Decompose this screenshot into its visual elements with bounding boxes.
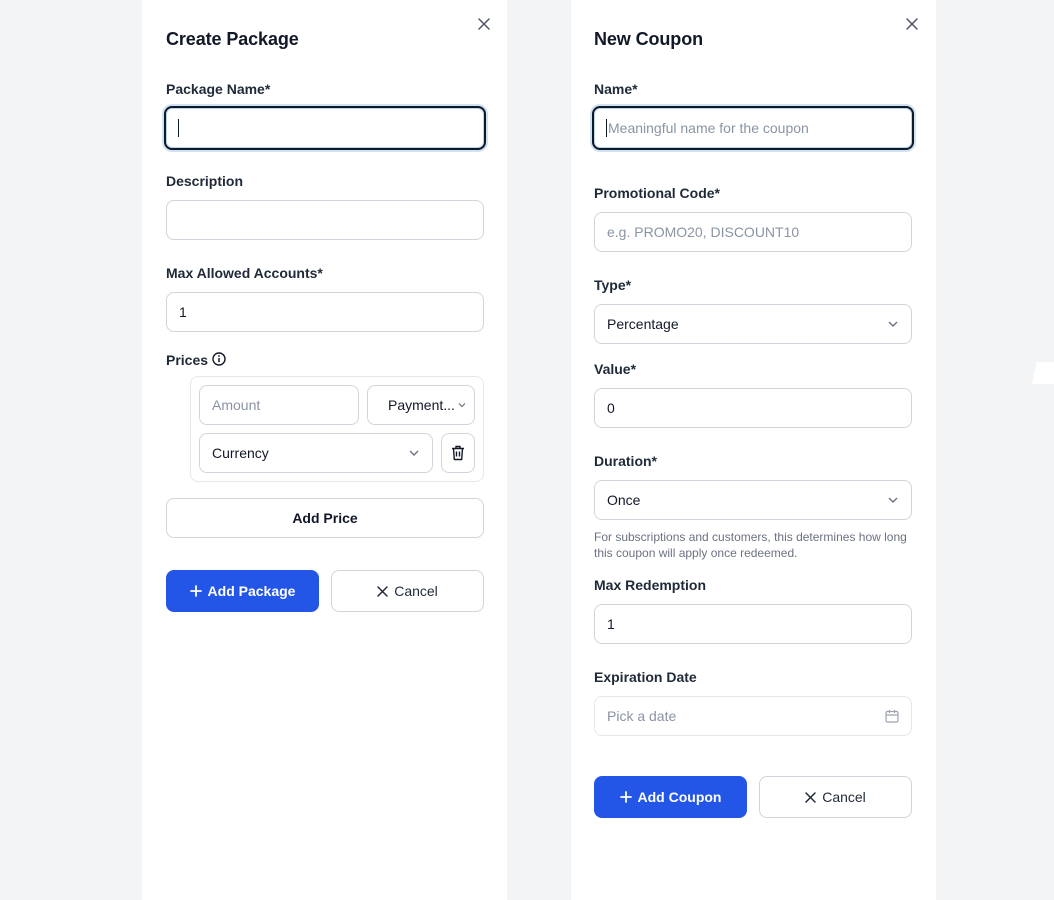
add-coupon-button[interactable]: Add Coupon: [594, 776, 747, 818]
price-row-group: Amount Payment... Currency: [190, 376, 484, 482]
description-input[interactable]: [166, 200, 484, 240]
prices-label: Prices: [166, 352, 209, 368]
value-label: Value*: [594, 361, 637, 377]
package-name-label: Package Name*: [166, 81, 271, 97]
cancel-button[interactable]: Cancel: [759, 776, 912, 818]
plus-icon: [619, 791, 632, 803]
payment-select-value: Payment...: [388, 397, 455, 413]
promo-code-input[interactable]: e.g. PROMO20, DISCOUNT10: [594, 212, 912, 252]
x-icon: [377, 585, 388, 597]
amount-input[interactable]: Amount: [199, 385, 359, 425]
info-icon[interactable]: [212, 352, 226, 366]
type-select-value: Percentage: [607, 316, 679, 332]
type-select[interactable]: Percentage: [594, 304, 912, 344]
add-price-button[interactable]: Add Price: [166, 498, 484, 538]
trash-icon: [451, 445, 465, 461]
close-icon[interactable]: [903, 15, 921, 33]
edge-artifact: [1032, 362, 1054, 384]
duration-select[interactable]: Once: [594, 480, 912, 520]
duration-helper-text: For subscriptions and customers, this de…: [594, 530, 907, 560]
close-icon[interactable]: [475, 15, 493, 33]
max-accounts-input[interactable]: 1: [166, 292, 484, 332]
expiration-date-picker[interactable]: Pick a date: [594, 696, 912, 736]
promo-code-placeholder: e.g. PROMO20, DISCOUNT10: [607, 224, 800, 240]
payment-select[interactable]: Payment...: [367, 385, 475, 425]
expiration-date-label: Expiration Date: [594, 669, 697, 685]
amount-placeholder: Amount: [212, 397, 261, 413]
chevron-down-icon: [458, 401, 466, 409]
new-coupon-panel: New Coupon Name* Meaningful name for the…: [571, 0, 936, 900]
panel-title: New Coupon: [594, 29, 703, 49]
max-redemption-value: 1: [607, 616, 615, 632]
cancel-label: Cancel: [822, 789, 866, 805]
max-accounts-value: 1: [179, 304, 187, 320]
cancel-label: Cancel: [394, 583, 438, 599]
add-package-button[interactable]: Add Package: [166, 570, 319, 612]
type-label: Type*: [594, 277, 632, 293]
panel-title: Create Package: [166, 29, 299, 49]
chevron-down-icon: [887, 494, 899, 506]
expiration-date-placeholder: Pick a date: [607, 708, 677, 724]
max-accounts-label: Max Allowed Accounts*: [166, 265, 323, 281]
create-package-panel: Create Package Package Name* Description…: [142, 0, 507, 900]
max-redemption-input[interactable]: 1: [594, 604, 912, 644]
calendar-icon: [885, 709, 899, 723]
chevron-down-icon: [408, 447, 420, 459]
plus-icon: [189, 585, 202, 597]
add-package-label: Add Package: [207, 583, 296, 599]
add-price-label: Add Price: [292, 510, 358, 526]
description-label: Description: [166, 173, 244, 189]
add-coupon-label: Add Coupon: [637, 789, 722, 805]
name-label: Name*: [594, 81, 638, 97]
max-redemption-label: Max Redemption: [594, 577, 707, 593]
coupon-name-input[interactable]: Meaningful name for the coupon: [592, 106, 914, 150]
value-input[interactable]: 0: [594, 388, 912, 428]
duration-label: Duration*: [594, 453, 657, 469]
currency-select[interactable]: Currency: [199, 433, 433, 473]
text-caret: [606, 119, 607, 137]
duration-select-value: Once: [607, 492, 641, 508]
coupon-name-placeholder: Meaningful name for the coupon: [608, 120, 809, 136]
value-input-value: 0: [607, 400, 615, 416]
x-icon: [805, 791, 816, 803]
text-caret: [178, 119, 179, 137]
package-name-input[interactable]: [164, 106, 486, 150]
currency-select-value: Currency: [212, 445, 269, 461]
promo-code-label: Promotional Code*: [594, 185, 721, 201]
cancel-button[interactable]: Cancel: [331, 570, 484, 612]
chevron-down-icon: [887, 318, 899, 330]
delete-price-button[interactable]: [441, 433, 475, 473]
